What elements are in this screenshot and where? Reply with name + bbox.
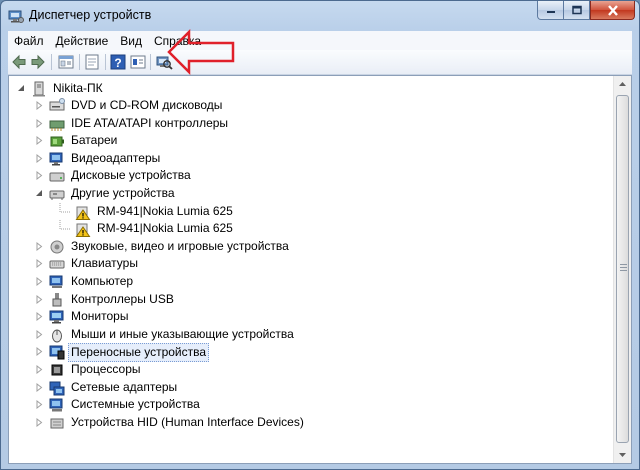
scroll-down-arrow-icon [619, 453, 626, 457]
tree-item-label: Контроллеры USB [71, 291, 174, 306]
disk-drive-icon [49, 172, 65, 182]
tree-connector-line [59, 220, 71, 230]
scroll-grip [620, 267, 627, 268]
minimize-icon [546, 11, 555, 13]
menu-view[interactable]: Вид [114, 34, 148, 48]
scroll-grip [620, 270, 627, 271]
svg-text:?: ? [114, 56, 121, 70]
red-arrow-annotation [167, 29, 235, 75]
expand-arrow-collapsed-icon[interactable] [35, 241, 44, 251]
tree-item-label: Переносные устройства [68, 343, 210, 363]
tree-item-label: Мониторы [71, 309, 129, 324]
title-bar[interactable]: Диспетчер устройств [1, 1, 639, 31]
toolbar: ? [8, 50, 632, 75]
computer-root-icon [33, 81, 45, 97]
expand-arrow-collapsed-icon[interactable] [35, 329, 44, 339]
unknown-device-warning-icon [75, 206, 91, 220]
maximize-icon [571, 5, 582, 15]
scroll-up-arrow-icon [619, 82, 626, 86]
tree-item-label: RM-941|Nokia Lumia 625 [97, 203, 233, 218]
window-title: Диспетчер устройств [29, 8, 152, 22]
usb-icon [52, 292, 62, 307]
toolbar-separator [51, 54, 52, 70]
expand-arrow-collapsed-icon[interactable] [35, 382, 44, 392]
menu-bar: Файл Действие Вид Справка [8, 31, 632, 50]
vertical-scrollbar[interactable] [613, 76, 631, 463]
expand-arrow-collapsed-icon[interactable] [35, 259, 44, 269]
mouse-icon [52, 329, 62, 343]
expand-arrow-collapsed-icon[interactable] [35, 417, 44, 427]
expand-arrow-collapsed-icon[interactable] [35, 347, 44, 357]
back-icon[interactable] [10, 53, 28, 71]
tree-item-label: Видеоадаптеры [71, 150, 161, 165]
forward-icon[interactable] [29, 53, 47, 71]
processor-icon [51, 364, 63, 376]
toolbar-separator [79, 54, 80, 70]
close-icon [607, 4, 618, 16]
expand-arrow-collapsed-icon[interactable] [35, 277, 44, 286]
show-hide-icon[interactable] [83, 53, 101, 71]
computer-icon [49, 275, 63, 288]
sound-icon [50, 240, 64, 254]
keyboard-icon [49, 260, 65, 269]
tree-item-label: Другие устройства [71, 186, 175, 200]
tree-item-label: Сетевые адаптеры [71, 379, 178, 394]
properties-icon[interactable] [57, 53, 75, 71]
expand-arrow-collapsed-icon[interactable] [35, 136, 44, 146]
tree-item-label: Системные устройства [71, 397, 200, 412]
scroll-up-button[interactable] [614, 76, 631, 93]
unknown-device-warning-icon [75, 223, 91, 238]
expand-arrow-collapsed-icon[interactable] [35, 171, 44, 181]
dvd-drive-icon [49, 98, 65, 111]
monitor-icon [49, 310, 64, 324]
network-adapter-icon [49, 381, 65, 396]
maximize-button[interactable] [564, 1, 590, 20]
tree-item-label: IDE ATA/ATAPI контроллеры [71, 115, 229, 130]
hid-icon [50, 418, 64, 429]
ide-controller-icon [49, 120, 65, 131]
menu-file[interactable]: Файл [8, 34, 50, 48]
tree-item-label: Дисковые устройства [71, 168, 191, 183]
expand-arrow-collapsed-icon[interactable] [35, 153, 44, 163]
tree-item-label: Клавиатуры [71, 256, 138, 271]
scroll-grip [620, 264, 627, 265]
device-tree[interactable]: Nikita-ПК DVD и CD-ROM дисководы IDE ATA/… [8, 75, 632, 464]
battery-icon [50, 136, 64, 147]
other-devices-icon [49, 190, 65, 200]
device-manager-window: Диспетчер устройств Файл Действие Вид Сп… [0, 0, 640, 470]
tree-connector-line [59, 202, 71, 213]
expand-arrow-collapsed-icon[interactable] [35, 118, 44, 128]
expand-arrow-expanded-icon[interactable] [35, 189, 44, 198]
tree-root-label: Nikita-ПК [53, 81, 103, 95]
view-icon[interactable] [129, 53, 147, 71]
expand-arrow-collapsed-icon[interactable] [35, 101, 44, 110]
menu-action[interactable]: Действие [50, 34, 115, 48]
tree-item-label: Компьютер [71, 274, 134, 288]
minimize-button[interactable] [537, 1, 564, 20]
toolbar-separator [150, 54, 151, 70]
tree-item-label: Звуковые, видео и игровые устройства [71, 238, 289, 253]
tree-item-label: Устройства HID (Human Interface Devices) [71, 414, 304, 429]
device-manager-app-icon [8, 10, 24, 23]
caption-buttons [537, 1, 635, 21]
expand-arrow-expanded-icon[interactable] [17, 84, 26, 93]
system-device-icon [49, 398, 63, 412]
tree-item-label: DVD и CD-ROM дисководы [71, 98, 223, 112]
tree-item-label: RM-941|Nokia Lumia 625 [97, 221, 233, 236]
expand-arrow-collapsed-icon[interactable] [35, 312, 44, 322]
close-button[interactable] [590, 1, 635, 20]
scroll-down-button[interactable] [614, 446, 631, 463]
help-icon[interactable]: ? [109, 53, 127, 71]
toolbar-separator [105, 54, 106, 70]
portable-device-icon [49, 345, 65, 360]
expand-arrow-collapsed-icon[interactable] [35, 365, 44, 374]
expand-arrow-collapsed-icon[interactable] [35, 400, 44, 410]
tree-item-label: Мыши и иные указывающие устройства [71, 326, 294, 341]
display-adapter-icon [49, 152, 63, 166]
expand-arrow-collapsed-icon[interactable] [35, 294, 44, 304]
tree-item-label: Батареи [71, 133, 118, 148]
scroll-thumb[interactable] [616, 95, 629, 443]
tree-item-label: Процессоры [71, 362, 141, 376]
